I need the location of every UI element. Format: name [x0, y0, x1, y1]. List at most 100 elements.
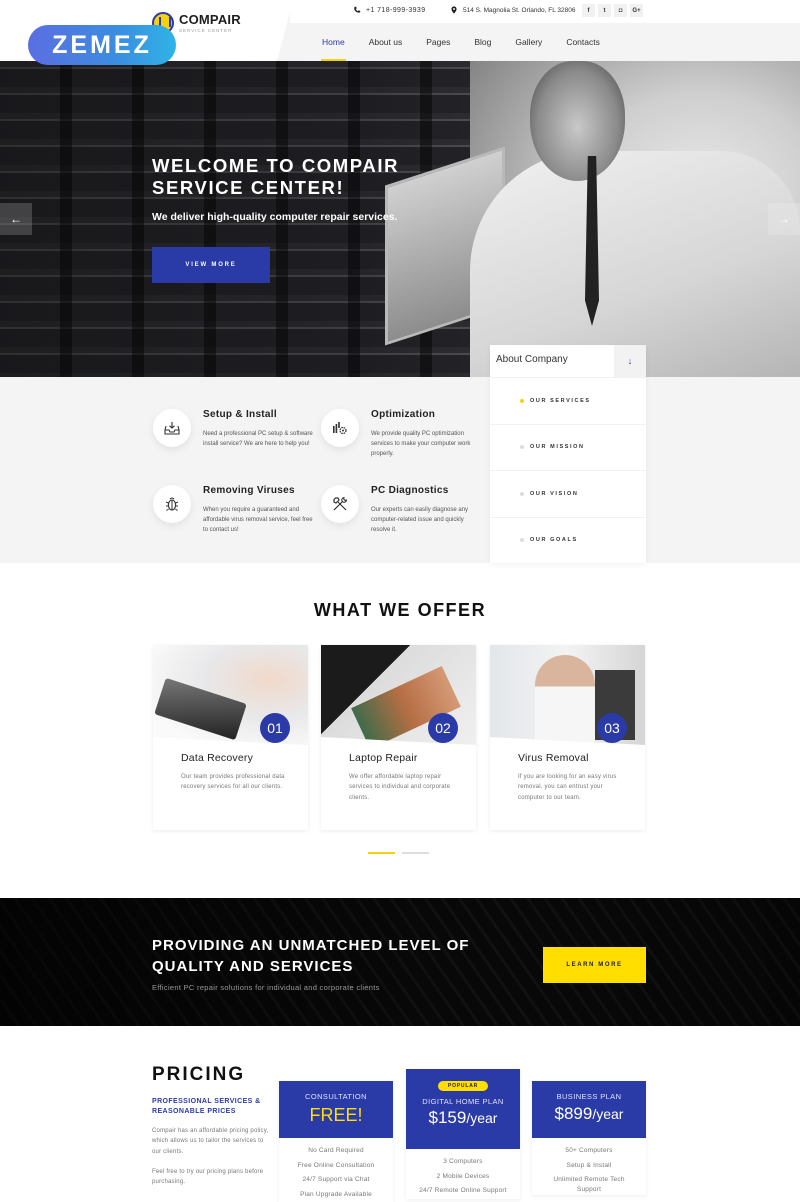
instagram-icon[interactable]: ◘ [614, 4, 627, 17]
nav-item-about-us[interactable]: About us [357, 23, 415, 61]
nav-item-pages[interactable]: Pages [414, 23, 462, 61]
inbox-download-icon [153, 409, 191, 447]
nav-item-gallery[interactable]: Gallery [503, 23, 554, 61]
bullet-dot-icon [520, 538, 524, 542]
phone-number: +1 718-999-3939 [366, 7, 426, 14]
plan-feature: Free Online Consultation [279, 1159, 393, 1174]
about-item-our-goals[interactable]: OUR GOALS [490, 517, 646, 564]
service-description: When you require a guaranteed and afford… [203, 505, 313, 535]
twitter-icon[interactable]: t [598, 4, 611, 17]
about-company-title: About Company [490, 345, 614, 377]
card-number-badge: 03 [597, 713, 627, 743]
about-item-our-vision[interactable]: OUR VISION [490, 470, 646, 517]
location-pin-icon [450, 6, 458, 14]
main-nav: Home About us Pages Blog Gallery Contact… [310, 23, 612, 61]
pricing-text-paragraph: Feel free to try our pricing plans befor… [152, 1167, 272, 1188]
facebook-icon[interactable]: f [582, 4, 595, 17]
offer-card[interactable]: 02 Laptop Repair We offer affordable lap… [321, 645, 476, 830]
plan-feature: 3 Computers [406, 1155, 520, 1170]
offer-card[interactable]: 03 Virus Removal If you are looking for … [490, 645, 645, 830]
card-description: If you are looking for an easy virus rem… [518, 772, 630, 803]
card-description: We offer affordable laptop repair servic… [349, 772, 461, 803]
bullet-dot-icon [520, 399, 524, 403]
plan-name: BUSINESS PLAN [532, 1092, 646, 1101]
about-company-header[interactable]: About Company ↓ [490, 345, 646, 377]
arrow-left-icon: ← [10, 212, 22, 226]
phone-contact[interactable]: +1 718-999-3939 [353, 6, 426, 14]
pagination-dot-2[interactable] [402, 852, 429, 854]
bullet-dot-icon [520, 492, 524, 496]
quality-banner: PROVIDING AN UNMATCHED LEVEL OF QUALITY … [0, 898, 800, 1026]
chart-gear-icon [321, 409, 359, 447]
service-description: We provide quality PC optimization servi… [371, 429, 481, 459]
social-links: f t ◘ G+ [582, 4, 643, 17]
google-plus-icon[interactable]: G+ [630, 4, 643, 17]
hero-subtitle: We deliver high-quality computer repair … [152, 211, 397, 223]
plan-price-amount: $899 [555, 1104, 593, 1123]
plan-features: 50+ Computers Setup & Install Unlimited … [532, 1138, 646, 1195]
pricing-plan-consultation[interactable]: CONSULTATION FREE! No Card Required Free… [279, 1081, 393, 1202]
phone-icon [353, 6, 361, 14]
slider-prev-button[interactable]: ← [0, 203, 32, 235]
arrow-right-icon: → [778, 212, 790, 226]
zemez-watermark: ZEMEZ [28, 25, 176, 65]
about-item-label: OUR GOALS [530, 537, 578, 543]
offer-section-title: WHAT WE OFFER [0, 600, 800, 621]
address-text: 514 S. Magnolia St. Orlando, FL 32806 [463, 7, 576, 14]
nav-item-home[interactable]: Home [310, 23, 357, 61]
hero-title: WELCOME TO COMPAIR SERVICE CENTER! [152, 155, 399, 199]
about-item-label: OUR MISSION [530, 444, 585, 450]
bullet-dot-icon [520, 445, 524, 449]
card-title: Laptop Repair [349, 752, 418, 764]
service-description: Our experts can easily diagnose any comp… [371, 505, 481, 535]
arrow-down-icon: ↓ [628, 356, 633, 366]
quality-title: PROVIDING AN UNMATCHED LEVEL OF QUALITY … [152, 935, 532, 977]
about-item-label: OUR SERVICES [530, 398, 591, 404]
plan-name: DIGITAL HOME PLAN [406, 1097, 520, 1106]
hero-slider: WELCOME TO COMPAIR SERVICE CENTER! We de… [0, 61, 800, 377]
quality-subtitle: Efficient PC repair solutions for indivi… [152, 983, 380, 992]
card-title: Virus Removal [518, 752, 589, 764]
slider-next-button[interactable]: → [768, 203, 800, 235]
plan-feature: 50+ Computers [544, 1144, 634, 1159]
nav-item-blog[interactable]: Blog [462, 23, 503, 61]
popular-badge: POPULAR [438, 1081, 488, 1091]
plan-feature: Setup & Install [544, 1159, 634, 1174]
plan-price: $899/year [532, 1104, 646, 1124]
nav-item-contacts[interactable]: Contacts [554, 23, 612, 61]
service-title: PC Diagnostics [371, 485, 449, 496]
pricing-plan-digital-home[interactable]: POPULAR DIGITAL HOME PLAN $159/year 3 Co… [406, 1069, 520, 1199]
address-contact[interactable]: 514 S. Magnolia St. Orlando, FL 32806 [450, 6, 576, 14]
card-title: Data Recovery [181, 752, 253, 764]
plan-feature: 24/7 Remote Online Support [406, 1184, 520, 1199]
plan-header: BUSINESS PLAN $899/year [532, 1081, 646, 1138]
plan-price-amount: $159 [429, 1108, 467, 1127]
tools-icon [321, 485, 359, 523]
plan-feature: 24/7 Support via Chat [279, 1173, 393, 1188]
card-number-badge: 01 [260, 713, 290, 743]
card-description: Our team provides professional data reco… [181, 772, 293, 793]
hero-title-line2: SERVICE CENTER! [152, 177, 344, 198]
plan-feature: Unlimited Remote Tech Support [544, 1173, 634, 1195]
view-more-button[interactable]: VIEW MORE [152, 247, 270, 283]
plan-feature: 2 Mobile Devices [406, 1170, 520, 1185]
offer-card[interactable]: 01 Data Recovery Our team provides profe… [153, 645, 308, 830]
plan-price-period: /year [592, 1106, 623, 1122]
pricing-description: Compair has an affordable pricing policy… [152, 1126, 272, 1197]
about-item-our-services[interactable]: OUR SERVICES [490, 377, 646, 424]
pricing-plan-business[interactable]: BUSINESS PLAN $899/year 50+ Computers Se… [532, 1081, 646, 1195]
about-item-our-mission[interactable]: OUR MISSION [490, 424, 646, 471]
plan-header: POPULAR DIGITAL HOME PLAN $159/year [406, 1069, 520, 1149]
pagination-dot-1[interactable] [368, 852, 395, 854]
about-item-label: OUR VISION [530, 491, 578, 497]
service-title: Removing Viruses [203, 485, 295, 496]
about-toggle-button[interactable]: ↓ [614, 345, 646, 377]
hero-person-head [530, 61, 625, 181]
learn-more-button[interactable]: LEARN MORE [543, 947, 646, 983]
pricing-subtitle: PROFESSIONAL SERVICES & REASONABLE PRICE… [152, 1097, 272, 1116]
plan-name: CONSULTATION [279, 1092, 393, 1101]
logo-title: COMPAIR [179, 13, 241, 27]
pricing-text-paragraph: Compair has an affordable pricing policy… [152, 1126, 272, 1157]
plan-features: 3 Computers 2 Mobile Devices 24/7 Remote… [406, 1149, 520, 1199]
service-description: Need a professional PC setup & software … [203, 429, 313, 449]
